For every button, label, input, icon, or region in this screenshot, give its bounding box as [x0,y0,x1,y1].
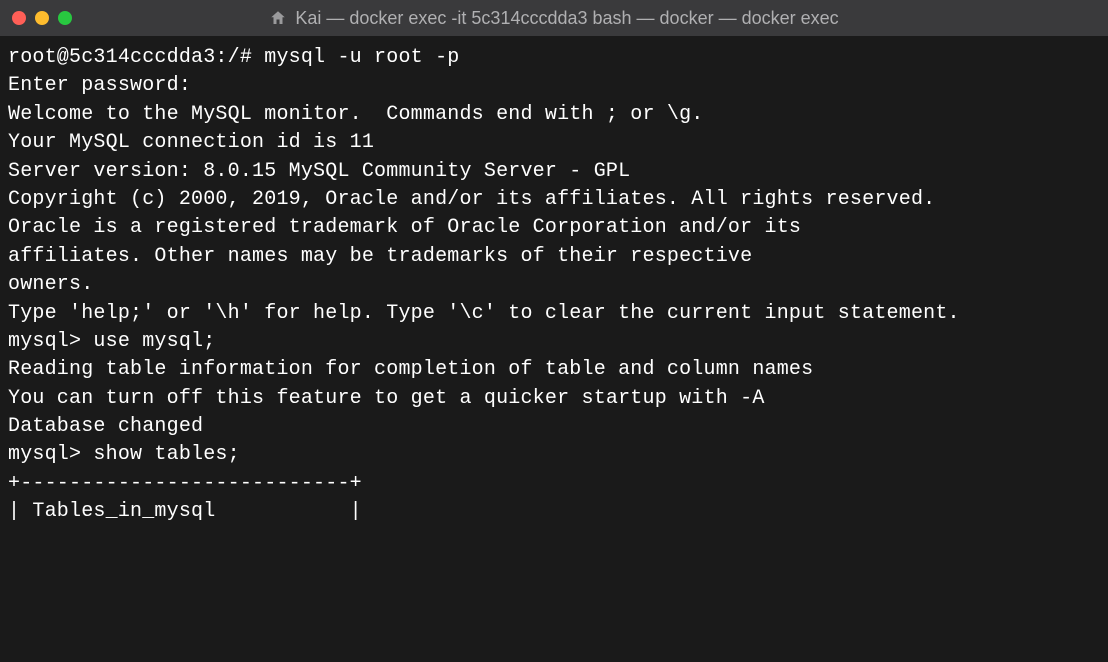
terminal-line: Welcome to the MySQL monitor. Commands e… [8,101,1100,129]
terminal-line: mysql> use mysql; [8,328,1100,356]
terminal-line: Reading table information for completion… [8,356,1100,384]
terminal-line: root@5c314cccdda3:/# mysql -u root -p [8,44,1100,72]
terminal-line: Type 'help;' or '\h' for help. Type '\c'… [8,300,1100,328]
terminal-line: Oracle is a registered trademark of Orac… [8,214,1100,242]
maximize-window-button[interactable] [58,11,72,25]
home-icon [269,9,287,27]
terminal-line: You can turn off this feature to get a q… [8,385,1100,413]
close-window-button[interactable] [12,11,26,25]
minimize-window-button[interactable] [35,11,49,25]
terminal-line: owners. [8,271,1100,299]
window-title-text: Kai — docker exec -it 5c314cccdda3 bash … [295,8,838,29]
terminal-line: +---------------------------+ [8,470,1100,498]
window-titlebar: Kai — docker exec -it 5c314cccdda3 bash … [0,0,1108,36]
terminal-line: affiliates. Other names may be trademark… [8,243,1100,271]
terminal-line: Your MySQL connection id is 11 [8,129,1100,157]
terminal-line: Copyright (c) 2000, 2019, Oracle and/or … [8,186,1100,214]
terminal-line: | Tables_in_mysql | [8,498,1100,526]
traffic-lights [12,11,72,25]
terminal-line: Enter password: [8,72,1100,100]
terminal-line: Server version: 8.0.15 MySQL Community S… [8,158,1100,186]
window-title-container: Kai — docker exec -it 5c314cccdda3 bash … [0,8,1108,29]
terminal-viewport[interactable]: root@5c314cccdda3:/# mysql -u root -p En… [0,36,1108,535]
terminal-line: Database changed [8,413,1100,441]
terminal-line: mysql> show tables; [8,441,1100,469]
